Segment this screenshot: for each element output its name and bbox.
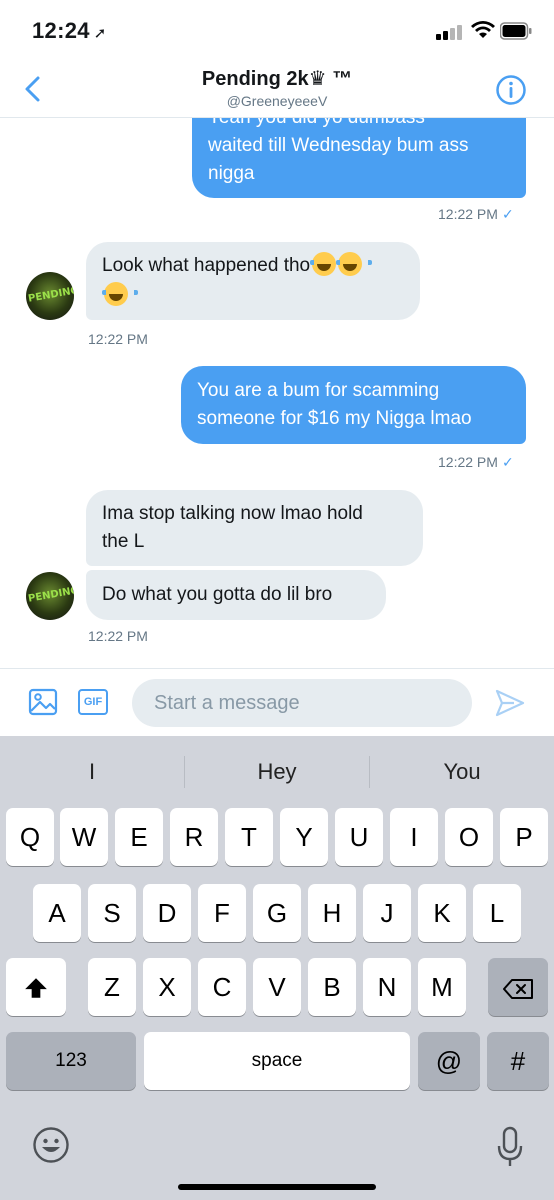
key-h[interactable]: H	[308, 884, 356, 942]
microphone-icon[interactable]	[496, 1126, 524, 1168]
message-timestamp: 12:22 PM	[88, 628, 148, 644]
avatar[interactable]: PENDING	[26, 272, 74, 320]
keyboard: I Hey You Q W E R T Y U I O P A S D F G …	[0, 736, 554, 1200]
message-line: Look what happened tho	[102, 252, 404, 280]
message-composer: GIF	[0, 668, 554, 736]
message-bubble-sent[interactable]: Yeah you did yo dumbass waited till Wedn…	[192, 118, 526, 198]
message-line	[102, 282, 404, 310]
message-bubble-sent[interactable]: You are a bum for scamming someone for $…	[181, 366, 526, 444]
suggestion-item[interactable]: Hey	[185, 736, 369, 808]
message-line: nigga	[208, 163, 255, 184]
timestamp-text: 12:22 PM	[438, 206, 498, 222]
avatar[interactable]: PENDING	[26, 572, 74, 620]
key-z[interactable]: Z	[88, 958, 136, 1016]
key-m[interactable]: M	[418, 958, 466, 1016]
message-text: Look what happened tho	[102, 255, 311, 276]
send-icon[interactable]	[494, 687, 526, 719]
battery-icon	[500, 22, 532, 40]
key-b[interactable]: B	[308, 958, 356, 1016]
location-arrow-icon: ➚	[93, 25, 107, 42]
key-y[interactable]: Y	[280, 808, 328, 866]
delete-key[interactable]	[488, 958, 548, 1016]
conversation-handle[interactable]: @GreeneyeeeV	[0, 93, 554, 109]
message-input[interactable]	[132, 679, 472, 727]
at-key[interactable]: @	[418, 1032, 480, 1090]
laughing-emoji-icon	[102, 282, 138, 306]
key-s[interactable]: S	[88, 884, 136, 942]
message-timestamp: 12:22 PM ✓	[438, 206, 514, 223]
key-x[interactable]: X	[143, 958, 191, 1016]
key-q[interactable]: Q	[6, 808, 54, 866]
key-a[interactable]: A	[33, 884, 81, 942]
key-t[interactable]: T	[225, 808, 273, 866]
image-icon[interactable]	[28, 687, 58, 717]
message-timestamp: 12:22 PM ✓	[438, 454, 514, 471]
message-line: someone for $16 my Nigga lmao	[197, 408, 472, 429]
message-line: Yeah you did yo dumbass	[208, 118, 510, 132]
key-p[interactable]: P	[500, 808, 548, 866]
suggestion-item[interactable]: I	[0, 736, 184, 808]
wifi-icon	[471, 21, 495, 38]
hash-key[interactable]: #	[487, 1032, 549, 1090]
message-timestamp: 12:22 PM	[88, 331, 148, 347]
message-line: Ima stop talking now lmao hold	[102, 503, 363, 524]
status-time: 12:24 ➚	[32, 18, 107, 44]
home-indicator[interactable]	[178, 1184, 376, 1190]
message-bubble-received[interactable]: Look what happened tho	[86, 242, 420, 320]
read-check-icon: ✓	[501, 206, 514, 222]
message-bubble-received[interactable]: Ima stop talking now lmao hold the L	[86, 490, 423, 566]
key-n[interactable]: N	[363, 958, 411, 1016]
conversation-title[interactable]: Pending 2k♛ ™	[0, 66, 554, 91]
clock-text: 12:24	[32, 18, 90, 43]
key-l[interactable]: L	[473, 884, 521, 942]
key-v[interactable]: V	[253, 958, 301, 1016]
key-r[interactable]: R	[170, 808, 218, 866]
info-icon[interactable]	[495, 74, 527, 106]
laughing-emoji-icon	[336, 252, 373, 276]
key-e[interactable]: E	[115, 808, 163, 866]
key-i[interactable]: I	[390, 808, 438, 866]
conversation-header: Pending 2k♛ ™ @GreeneyeeeV	[0, 62, 554, 118]
emoji-icon[interactable]	[32, 1126, 70, 1164]
numbers-key[interactable]: 123	[6, 1032, 136, 1090]
key-u[interactable]: U	[335, 808, 383, 866]
key-g[interactable]: G	[253, 884, 301, 942]
predictive-bar: I Hey You	[0, 736, 554, 808]
space-key[interactable]: space	[144, 1032, 410, 1090]
cellular-signal-icon	[436, 24, 464, 40]
gif-button[interactable]: GIF	[78, 689, 108, 715]
shift-icon	[25, 978, 47, 998]
shift-key[interactable]	[6, 958, 66, 1016]
suggestion-item[interactable]: You	[370, 736, 554, 808]
avatar-text: PENDING	[27, 585, 74, 605]
avatar-text: PENDING	[27, 285, 74, 305]
message-line: Do what you gotta do lil bro	[102, 584, 333, 605]
timestamp-text: 12:22 PM	[438, 454, 498, 470]
backspace-icon	[503, 979, 533, 999]
message-line: waited till Wednesday bum ass	[208, 135, 469, 156]
key-o[interactable]: O	[445, 808, 493, 866]
message-list[interactable]: Yeah you did yo dumbass waited till Wedn…	[0, 118, 554, 668]
read-check-icon: ✓	[501, 454, 514, 470]
message-line: the L	[102, 531, 145, 552]
key-c[interactable]: C	[198, 958, 246, 1016]
key-w[interactable]: W	[60, 808, 108, 866]
key-j[interactable]: J	[363, 884, 411, 942]
key-f[interactable]: F	[198, 884, 246, 942]
message-bubble-received[interactable]: Do what you gotta do lil bro	[86, 570, 386, 620]
key-k[interactable]: K	[418, 884, 466, 942]
status-bar: 12:24 ➚	[0, 0, 554, 62]
message-line: You are a bum for scamming	[197, 380, 440, 401]
key-d[interactable]: D	[143, 884, 191, 942]
laughing-emoji-icon	[310, 252, 347, 276]
